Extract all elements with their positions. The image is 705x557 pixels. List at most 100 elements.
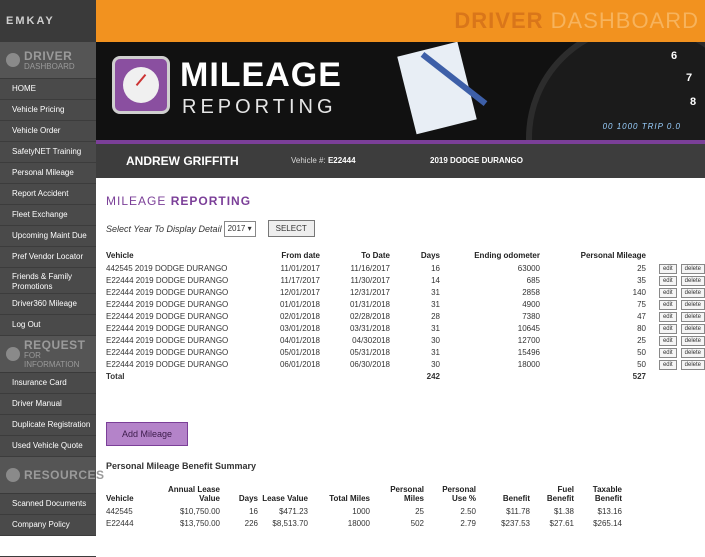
sidebar-item-safetynet-training[interactable]: SafetyNET Training <box>0 142 96 163</box>
table-row: E22444 2019 DODGE DURANGO 03/01/2018 03/31… <box>106 322 705 334</box>
request-header-title: REQUEST <box>24 338 86 352</box>
sidebar-item-driver360[interactable]: Driver360 Mileage <box>0 294 96 315</box>
cell-vehicle: 442545 2019 DODGE DURANGO <box>106 263 228 273</box>
cell-personal-mileage: 25 <box>637 263 646 273</box>
table-row: E22444 2019 DODGE DURANGO 01/01/2018 01/31… <box>106 298 705 310</box>
sidebar-item-vehicle-pricing[interactable]: Vehicle Pricing <box>0 100 96 121</box>
emkay-logo[interactable]: EMKAY <box>0 0 96 42</box>
table-row: E22444 2019 DODGE DURANGO 12/01/2017 12/31… <box>106 286 705 298</box>
edit-button[interactable]: edit <box>658 347 677 358</box>
gauge-number: 7 <box>686 72 693 84</box>
mileage-table: Vehicle From date To Date Days Ending od… <box>106 249 705 382</box>
sidebar-item-vehicle-order[interactable]: Vehicle Order <box>0 121 96 142</box>
sidebar-item-contact-us[interactable]: Contact Us <box>0 536 96 557</box>
summary-col-personal-miles: Personal Miles <box>390 485 424 503</box>
cell-from-date: 12/01/2017 <box>279 287 320 297</box>
col-personal-mileage: Personal Mileage <box>580 251 646 260</box>
delete-button[interactable]: delete <box>680 287 705 298</box>
summary-col-total-miles: Total Miles <box>329 494 370 503</box>
edit-button[interactable]: edit <box>658 311 677 322</box>
delete-button[interactable]: delete <box>680 347 705 358</box>
cell-vehicle: E22444 2019 DODGE DURANGO <box>106 299 229 309</box>
edit-button[interactable]: edit <box>658 263 677 274</box>
cell-personal-mileage: 47 <box>637 311 646 321</box>
select-button[interactable]: SELECT <box>267 220 315 237</box>
sidebar-item-insurance-card[interactable]: Insurance Card <box>0 373 96 394</box>
vehicle-number-label: Vehicle #: E22444 <box>291 156 356 165</box>
cell-ending-odometer: 2858 <box>522 287 540 297</box>
sidebar-item-used-vehicle-quote[interactable]: Used Vehicle Quote <box>0 436 96 457</box>
add-mileage-button[interactable]: Add Mileage <box>106 422 188 446</box>
cell-to-date: 06/30/2018 <box>349 359 390 369</box>
cell-ending-odometer: 63000 <box>517 263 540 273</box>
cell-personal-mileage: 75 <box>637 299 646 309</box>
sidebar-item-pref-vendor[interactable]: Pref Vendor Locator <box>0 247 96 268</box>
gauge-number: 6 <box>671 50 678 62</box>
cell-personal-mileage: 80 <box>637 323 646 333</box>
edit-button[interactable]: edit <box>658 323 677 334</box>
sidebar-item-driver-manual[interactable]: Driver Manual <box>0 394 96 415</box>
delete-button[interactable]: delete <box>680 359 705 370</box>
delete-button[interactable]: delete <box>680 335 705 346</box>
total-label: Total <box>106 371 125 381</box>
col-from-date: From date <box>281 251 320 260</box>
cell-vehicle: E22444 2019 DODGE DURANGO <box>106 311 229 321</box>
cell-days: 30 <box>431 335 440 345</box>
summary-cell: $471.23 <box>279 506 308 516</box>
cell-to-date: 12/31/2017 <box>349 287 390 297</box>
edit-button[interactable]: edit <box>658 299 677 310</box>
year-select[interactable]: 2017 ▾ <box>223 220 256 237</box>
cell-ending-odometer: 10645 <box>517 323 540 333</box>
cell-to-date: 04/302018 <box>352 335 390 345</box>
summary-col-lease-value: Lease Value <box>262 494 308 503</box>
sidebar-item-personal-mileage[interactable]: Personal Mileage <box>0 163 96 184</box>
cell-vehicle: E22444 2019 DODGE DURANGO <box>106 275 229 285</box>
search-icon <box>6 468 20 482</box>
sidebar-item-fleet-exchange[interactable]: Fleet Exchange <box>0 205 96 226</box>
sidebar-item-scanned-documents[interactable]: Scanned Documents <box>0 494 96 515</box>
sidebar-item-logout[interactable]: Log Out <box>0 315 96 336</box>
table-row: E22444 2019 DODGE DURANGO 06/01/2018 06/30… <box>106 358 705 370</box>
summary-cell: 18000 <box>347 518 370 528</box>
summary-cell: E22444 <box>106 518 134 528</box>
summary-col-personal-use: Personal Use % <box>442 485 476 503</box>
sidebar-item-home[interactable]: HOME <box>0 79 96 100</box>
cell-from-date: 04/01/2018 <box>279 335 320 345</box>
summary-cell: $13.16 <box>597 506 622 516</box>
sidebar-item-company-policy[interactable]: Company Policy <box>0 515 96 536</box>
edit-button[interactable]: edit <box>658 287 677 298</box>
cell-vehicle: E22444 2019 DODGE DURANGO <box>106 323 229 333</box>
cell-personal-mileage: 50 <box>637 347 646 357</box>
summary-header-row: Vehicle Annual Lease Value Days Lease Value… <box>106 485 626 505</box>
table-row: 442545 2019 DODGE DURANGO 11/01/2017 11/16… <box>106 262 705 274</box>
cell-days: 30 <box>431 359 440 369</box>
delete-button[interactable]: delete <box>680 263 705 274</box>
sidebar-item-friends-family[interactable]: Friends & Family Promotions <box>0 268 96 294</box>
cell-days: 31 <box>431 347 440 357</box>
edit-button[interactable]: edit <box>658 335 677 346</box>
cell-from-date: 06/01/2018 <box>279 359 320 369</box>
summary-cell: 502 <box>410 518 424 528</box>
delete-button[interactable]: delete <box>680 299 705 310</box>
driver-header-title: DRIVER <box>24 48 73 63</box>
driver-name: ANDREW GRIFFITH <box>126 154 239 168</box>
sidebar-item-duplicate-registration[interactable]: Duplicate Registration <box>0 415 96 436</box>
summary-cell: $11.78 <box>506 506 530 516</box>
summary-col-vehicle: Vehicle <box>106 494 134 503</box>
table-row: E22444 2019 DODGE DURANGO 11/17/2017 11/30… <box>106 274 705 286</box>
delete-button[interactable]: delete <box>680 323 705 334</box>
cell-ending-odometer: 15496 <box>517 347 540 357</box>
summary-cell: 2.50 <box>460 506 476 516</box>
edit-button[interactable]: edit <box>658 275 677 286</box>
sidebar-item-report-accident[interactable]: Report Accident <box>0 184 96 205</box>
cell-days: 28 <box>431 311 440 321</box>
summary-cell: 2.79 <box>460 518 476 528</box>
delete-button[interactable]: delete <box>680 311 705 322</box>
cell-vehicle: E22444 2019 DODGE DURANGO <box>106 335 229 345</box>
summary-cell: $1.38 <box>553 506 574 516</box>
sidebar-item-upcoming-maint[interactable]: Upcoming Maint Due <box>0 226 96 247</box>
total-spacer <box>268 370 320 382</box>
edit-button[interactable]: edit <box>658 359 677 370</box>
delete-button[interactable]: delete <box>680 275 705 286</box>
summary-cell: 226 <box>244 518 258 528</box>
